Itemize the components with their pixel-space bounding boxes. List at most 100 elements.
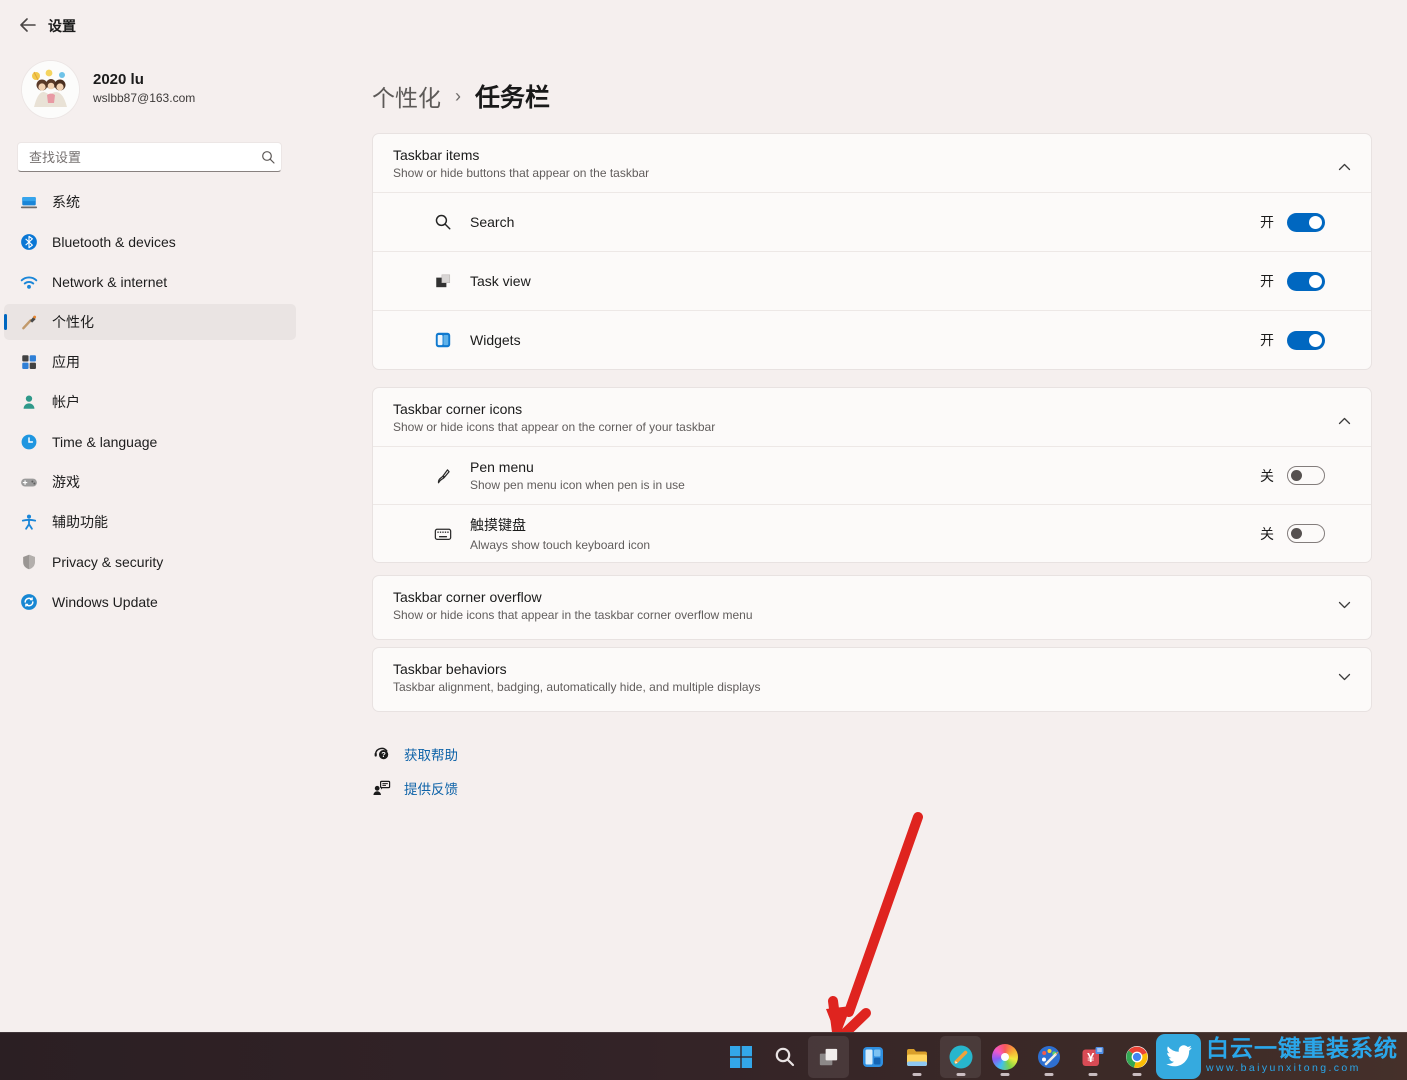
pen-menu-toggle-row: Pen menu Show pen menu icon when pen is … [373,446,1371,504]
windows-update-icon [20,593,38,611]
sidebar-item-personalization[interactable]: 个性化 [4,304,296,340]
sidebar-item-bluetooth-devices[interactable]: Bluetooth & devices [4,224,296,260]
toggle-state-label: 开 [1260,330,1274,350]
taskbar-color-wheel-button[interactable] [984,1036,1025,1078]
running-indicator [912,1073,921,1076]
svg-text:?: ? [381,750,386,759]
sidebar-item-windows-update[interactable]: Windows Update [4,584,296,620]
corner-icons-header[interactable]: Taskbar corner icons Show or hide icons … [373,388,1371,446]
system-icon [20,193,38,211]
task-view-icon [816,1045,841,1070]
card-title: Taskbar corner icons [393,401,1319,417]
personalization-icon [20,313,38,331]
sidebar-item-label: 辅助功能 [52,512,108,532]
sidebar-item-network-internet[interactable]: Network & internet [4,264,296,300]
row-label: Task view [470,273,531,289]
send-feedback-label: 提供反馈 [404,778,458,798]
running-indicator [1044,1073,1053,1076]
file-explorer-icon [904,1044,930,1070]
sidebar-item-system[interactable]: 系统 [4,184,296,220]
taskbar-corner-overflow-card[interactable]: Taskbar corner overflow Show or hide ico… [372,575,1372,640]
chevron-up-icon[interactable] [1337,160,1351,174]
search-toggle[interactable] [1287,213,1325,232]
network-icon [20,273,38,291]
taskbar-file-explorer-button[interactable] [896,1036,937,1078]
watermark-title: 白云一键重装系统 [1206,1035,1406,1061]
taskbar-widgets-button[interactable] [852,1036,893,1078]
twitter-logo-icon [1156,1034,1201,1079]
sidebar-item-apps[interactable]: 应用 [4,344,296,380]
taskbar-task-view-button[interactable] [808,1036,849,1078]
avatar-image [22,61,79,118]
taskbar-items-card: Taskbar items Show or hide buttons that … [372,133,1372,370]
touch-keyboard-toggle-row: 触摸键盘 Always show touch keyboard icon 关 [373,504,1371,562]
search-icon [433,212,453,232]
taskbar-behaviors-card[interactable]: Taskbar behaviors Taskbar alignment, bad… [372,647,1372,712]
pen-menu-toggle[interactable] [1287,466,1325,485]
sidebar-item-label: Windows Update [52,594,158,610]
settings-search-box[interactable] [17,142,282,172]
search-icon [773,1045,797,1069]
sidebar-item-gaming[interactable]: 游戏 [4,464,296,500]
row-description: Always show touch keyboard icon [470,538,650,552]
chevron-up-icon[interactable] [1337,414,1351,428]
avatar[interactable] [22,61,79,118]
toggle-state-label: 关 [1260,524,1274,544]
watermark-url: www.baiyunxitong.com [1206,1062,1406,1074]
card-subtitle: Taskbar alignment, badging, automaticall… [393,680,1319,694]
search-icon[interactable] [255,150,281,164]
taskbar-items-header[interactable]: Taskbar items Show or hide buttons that … [373,134,1371,192]
sidebar-item-label: Privacy & security [52,554,163,570]
toggle-state-label: 开 [1260,212,1274,232]
sidebar-item-time-language[interactable]: Time & language [4,424,296,460]
row-label: 触摸键盘 [470,515,650,535]
toggle-knob [1291,528,1302,539]
taskbar-search-button[interactable] [764,1036,805,1078]
back-button[interactable] [14,12,40,38]
privacy-shield-icon [20,553,38,571]
taskbar-image-viewer-button[interactable] [940,1036,981,1078]
sidebar-item-privacy-security[interactable]: Privacy & security [4,544,296,580]
user-name: 2020 lu [93,71,144,88]
card-title: Taskbar items [393,147,1319,163]
bluetooth-icon [20,233,38,251]
taskbar-chrome-button[interactable] [1116,1036,1157,1078]
svg-text:¥: ¥ [1087,1050,1095,1065]
accounts-icon [20,393,38,411]
running-indicator [1000,1073,1009,1076]
search-input[interactable] [18,150,255,165]
sidebar-item-accounts[interactable]: 帐户 [4,384,296,420]
breadcrumb: 个性化 › 任务栏 [372,78,550,114]
chrome-icon [1124,1044,1150,1070]
task-view-toggle[interactable] [1287,272,1325,291]
app-title: 设置 [48,16,76,36]
sidebar-item-label: 帐户 [52,392,80,412]
toggle-knob [1291,470,1302,481]
send-feedback-link[interactable]: 提供反馈 [372,778,458,798]
sidebar-item-label: Bluetooth & devices [52,234,176,250]
feedback-icon [372,778,392,798]
widgets-toggle[interactable] [1287,331,1325,350]
taskbar-corner-icons-card: Taskbar corner icons Show or hide icons … [372,387,1372,563]
keyboard-icon [433,524,453,544]
sidebar-item-label: 个性化 [52,312,94,332]
touch-keyboard-toggle[interactable] [1287,524,1325,543]
taskbar-paint-palette-button[interactable] [1028,1036,1069,1078]
card-subtitle: Show or hide buttons that appear on the … [393,166,1319,180]
chevron-down-icon[interactable] [1337,598,1351,612]
watermark: 白云一键重装系统 www.baiyunxitong.com [1206,1035,1406,1074]
pen-icon [433,466,453,486]
taskbar-start-button[interactable] [720,1036,761,1078]
breadcrumb-parent[interactable]: 个性化 [372,79,441,113]
chevron-down-icon[interactable] [1337,670,1351,684]
sidebar-item-accessibility[interactable]: 辅助功能 [4,504,296,540]
taskbar-yen-app-button[interactable]: ¥ [1072,1036,1113,1078]
widgets-icon [433,330,453,350]
row-label: Pen menu [470,459,685,475]
toggle-knob [1309,216,1322,229]
help-icon: ? [372,744,392,764]
card-subtitle: Show or hide icons that appear in the ta… [393,608,1319,622]
breadcrumb-separator-icon: › [455,86,461,107]
get-help-link[interactable]: ? 获取帮助 [372,744,458,764]
sidebar-item-label: 应用 [52,352,80,372]
